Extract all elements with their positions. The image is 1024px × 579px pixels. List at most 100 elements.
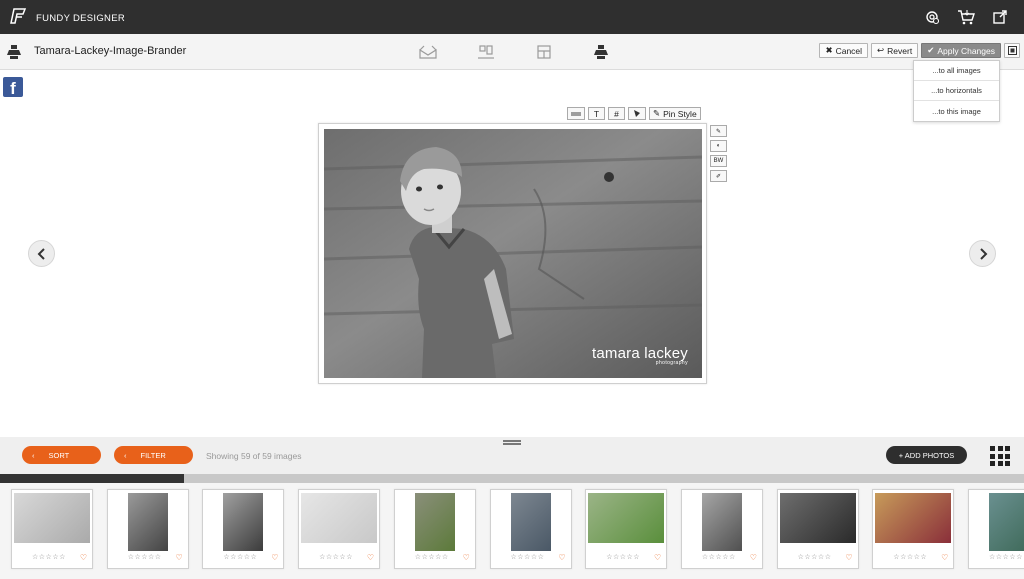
thumbnail-image [875,493,952,543]
heart-icon[interactable]: ♡ [367,553,374,562]
heart-icon[interactable]: ♡ [750,553,757,562]
apply-to-horizontals-option[interactable]: ...to horizontals [914,81,999,101]
cart-icon[interactable] [956,7,976,27]
grid-view-icon[interactable] [990,446,1010,466]
editor-toolbar: Tamara-Lackey-Image-Brander ✖ Cancel ↩ R… [0,34,1024,70]
rating-stars[interactable]: ☆☆☆☆☆ [415,553,449,561]
color-tool-button[interactable]: ◐ [710,140,727,152]
filmstrip-thumbnail[interactable]: ☆☆☆☆☆ ♡ [298,489,381,569]
divider-icon [571,112,581,115]
filmstrip-thumbnail[interactable]: ☆☆☆☆☆ ♡ [11,489,93,569]
grid-tool-button[interactable]: # [608,107,625,120]
previous-image-button[interactable] [28,240,55,267]
wall-mode-icon[interactable] [476,43,496,61]
heart-icon[interactable]: ♡ [271,553,278,562]
filmstrip-thumbnail[interactable]: ☆☆☆☆☆ ♡ [106,489,189,569]
thumbnail-image [701,493,742,551]
album-mode-icon[interactable] [418,43,438,61]
thumbnail-image [414,493,455,551]
external-link-icon[interactable] [990,7,1010,27]
close-icon: ✖ [825,45,833,55]
rating-stars[interactable]: ☆☆☆☆☆ [989,553,1023,561]
scrollbar-thumb[interactable] [0,474,185,483]
filmstrip-thumbnail[interactable]: ☆☆☆☆☆ ♡ [680,489,763,569]
heart-icon[interactable]: ♡ [463,553,470,562]
thumbnail-image [14,493,90,543]
filmstrip: ☆☆☆☆☆ ♡ ☆☆☆☆☆ ♡ ☆☆☆☆☆ ♡ ☆☆☆☆☆ ♡ ☆☆☆☆☆ ♡ ☆☆☆☆☆ ♡ ☆☆☆☆… [0,483,1024,579]
next-image-button[interactable] [969,240,996,267]
image-side-tools: ✎ ◐ BW ✐ [710,125,727,182]
brander-mode-icon[interactable] [592,43,612,61]
thumbnail-image [127,493,168,551]
settings-icon[interactable] [922,7,942,27]
thumbnail-image [989,493,1024,551]
card-mode-icon[interactable] [534,43,554,61]
chevron-left-icon: ‹ [124,450,127,460]
bw-tool-button[interactable]: BW [710,155,727,167]
rating-stars[interactable]: ☆☆☆☆☆ [702,553,736,561]
apply-changes-button[interactable]: ✔ Apply Changes [921,43,1001,58]
thumbnail-image [510,493,551,551]
apply-to-all-option[interactable]: ...to all images [914,61,999,81]
rating-stars[interactable]: ☆☆☆☆☆ [606,553,640,561]
add-photos-button[interactable]: + ADD PHOTOS [886,446,967,464]
edit-tool-button[interactable]: ✎ [710,125,727,137]
undo-icon: ↩ [877,45,885,55]
filmstrip-thumbnail[interactable]: ☆☆☆☆☆♡ [968,489,1024,569]
thumbnail-image [588,493,665,543]
rating-stars[interactable]: ☆☆☆☆☆ [223,553,257,561]
rating-stars[interactable]: ☆☆☆☆☆ [893,553,927,561]
check-icon: ✔ [927,45,935,55]
watermark: tamara lackey photography [592,345,688,366]
mode-switcher [418,43,612,61]
chevron-left-icon: ‹ [32,450,35,460]
filter-button[interactable]: ‹ FILTER [114,446,193,464]
app-name: FUNDY DESIGNER [36,13,126,24]
image-count-text: Showing 59 of 59 images [206,451,302,461]
rating-stars[interactable]: ☆☆☆☆☆ [511,553,545,561]
chevron-right-icon [979,247,987,260]
heart-icon[interactable]: ♡ [845,553,852,562]
divider-tool-button[interactable] [567,107,585,120]
rating-stars[interactable]: ☆☆☆☆☆ [32,553,66,561]
revert-button[interactable]: ↩ Revert [871,43,919,58]
app-header: FUNDY DESIGNER [0,0,1024,34]
brand-tool-button[interactable] [628,107,646,120]
text-icon: T [593,108,600,119]
apply-to-this-option[interactable]: ...to this image [914,101,999,121]
heart-icon[interactable]: ♡ [654,553,661,562]
hash-icon: # [614,108,619,119]
filmstrip-thumbnail[interactable]: ☆☆☆☆☆ ♡ [393,489,476,569]
rating-stars[interactable]: ☆☆☆☆☆ [128,553,162,561]
pencil-icon: ✎ [715,128,722,135]
pin-icon: ✎ [653,108,661,118]
filmstrip-thumbnail[interactable]: ☆☆☆☆☆ ♡ [489,489,572,569]
thumbnail-image [223,493,264,551]
filmstrip-thumbnail[interactable]: ☆☆☆☆☆ ♡ [872,489,955,569]
brush-icon: ✐ [715,173,722,180]
pin-style-button[interactable]: ✎ Pin Style [649,107,701,120]
contrast-icon: ◐ [716,143,721,149]
window-toggle-button[interactable] [1004,43,1020,58]
chevron-left-icon [37,247,45,260]
sort-button[interactable]: ‹ SORT [22,446,101,464]
heart-icon[interactable]: ♡ [176,553,183,562]
cancel-button[interactable]: ✖ Cancel [819,43,869,58]
rating-stars[interactable]: ☆☆☆☆☆ [319,553,353,561]
apply-changes-menu: ...to all images ...to horizontals ...to… [913,60,1000,122]
filmstrip-thumbnail[interactable]: ☆☆☆☆☆ ♡ [202,489,285,569]
rating-stars[interactable]: ☆☆☆☆☆ [798,553,832,561]
stamp-icon [634,110,640,117]
facebook-icon[interactable]: f [3,77,23,97]
heart-icon[interactable]: ♡ [80,553,87,562]
filmstrip-scrollbar[interactable] [0,474,1024,483]
filmstrip-thumbnail[interactable]: ☆☆☆☆☆ ♡ [585,489,668,569]
resize-handle[interactable] [503,440,521,445]
heart-icon[interactable]: ♡ [558,553,565,562]
retouch-tool-button[interactable]: ✐ [710,170,727,182]
filmstrip-thumbnail[interactable]: ☆☆☆☆☆ ♡ [776,489,859,569]
heart-icon[interactable]: ♡ [941,553,948,562]
text-tool-button[interactable]: T [588,107,605,120]
main-photo[interactable]: tamara lackey photography [324,129,702,378]
window-icon [1007,46,1017,55]
